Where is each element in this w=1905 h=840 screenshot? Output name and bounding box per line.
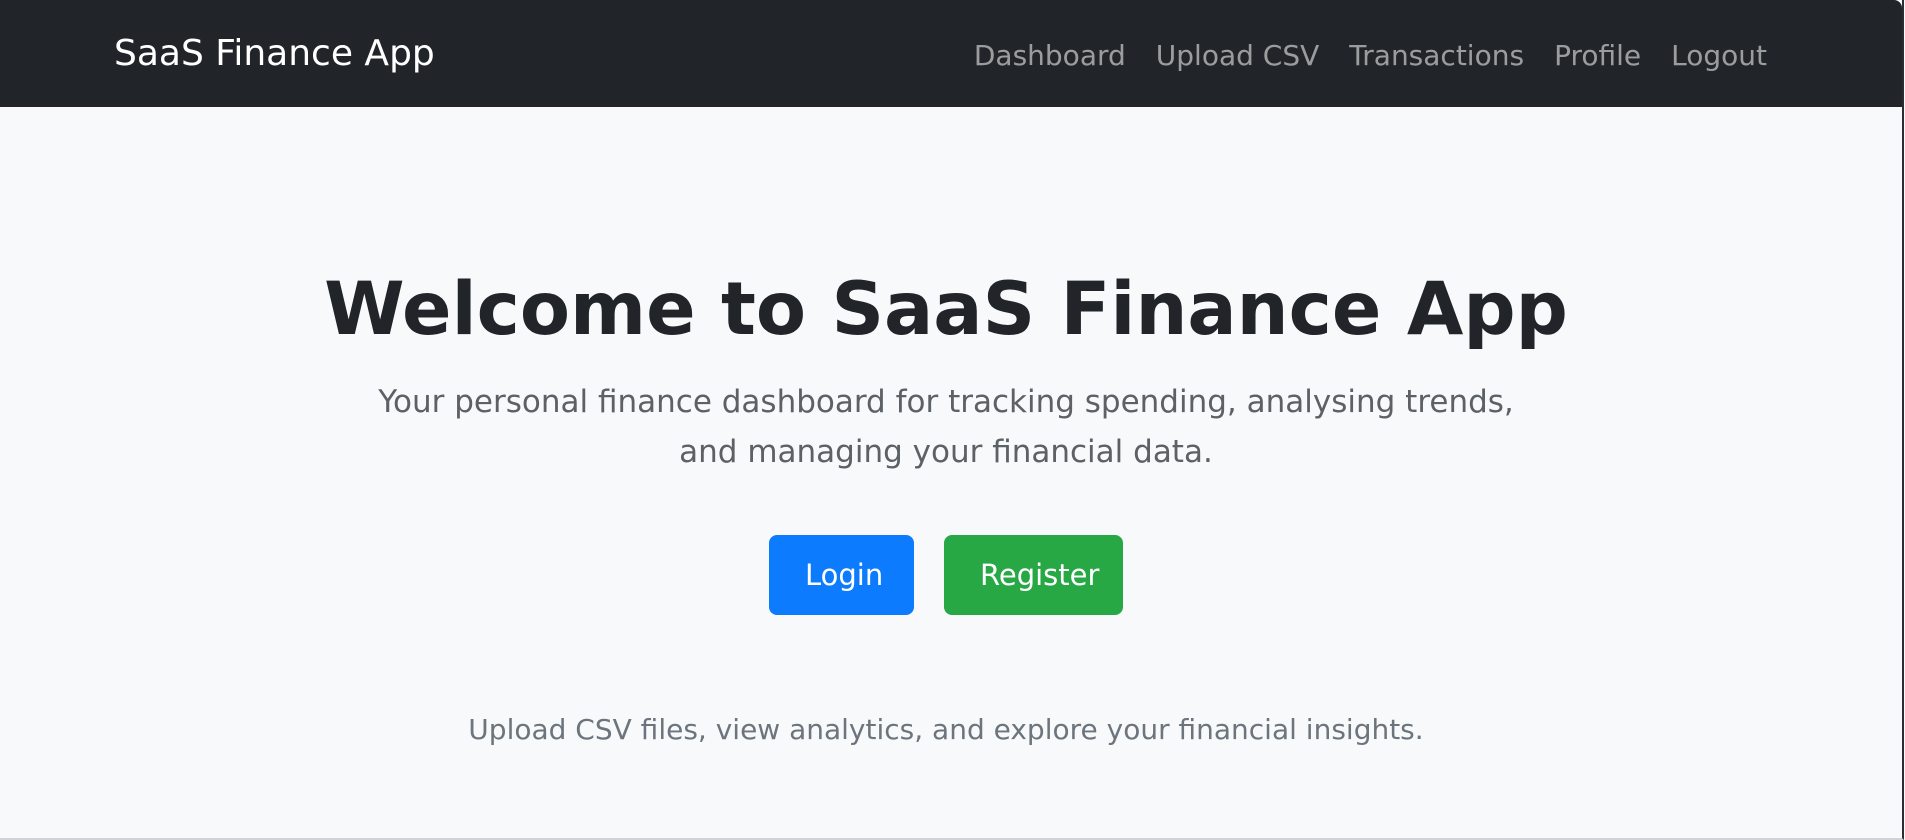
app-window: SaaS Finance App Dashboard Upload CSV Tr… [0,0,1904,840]
register-button[interactable]: Register [944,535,1123,615]
nav-link-transactions[interactable]: Transactions [1349,37,1524,75]
login-button[interactable]: Login [769,535,914,615]
nav-link-profile[interactable]: Profile [1554,37,1641,75]
page-title: Welcome to SaaS Finance App [324,267,1568,352]
brand-link[interactable]: SaaS Finance App [114,30,435,78]
hero-note: Upload CSV files, view analytics, and ex… [468,713,1424,746]
nav-link-dashboard[interactable]: Dashboard [974,37,1126,75]
hero-actions: Login Register [0,535,1892,615]
nav-link-upload-csv[interactable]: Upload CSV [1156,37,1320,75]
nav-link-logout[interactable]: Logout [1671,37,1767,75]
top-navbar: SaaS Finance App Dashboard Upload CSV Tr… [0,0,1902,107]
nav-links: Dashboard Upload CSV Transactions Profil… [974,37,1767,75]
hero-description: Your personal finance dashboard for trac… [378,384,1514,470]
